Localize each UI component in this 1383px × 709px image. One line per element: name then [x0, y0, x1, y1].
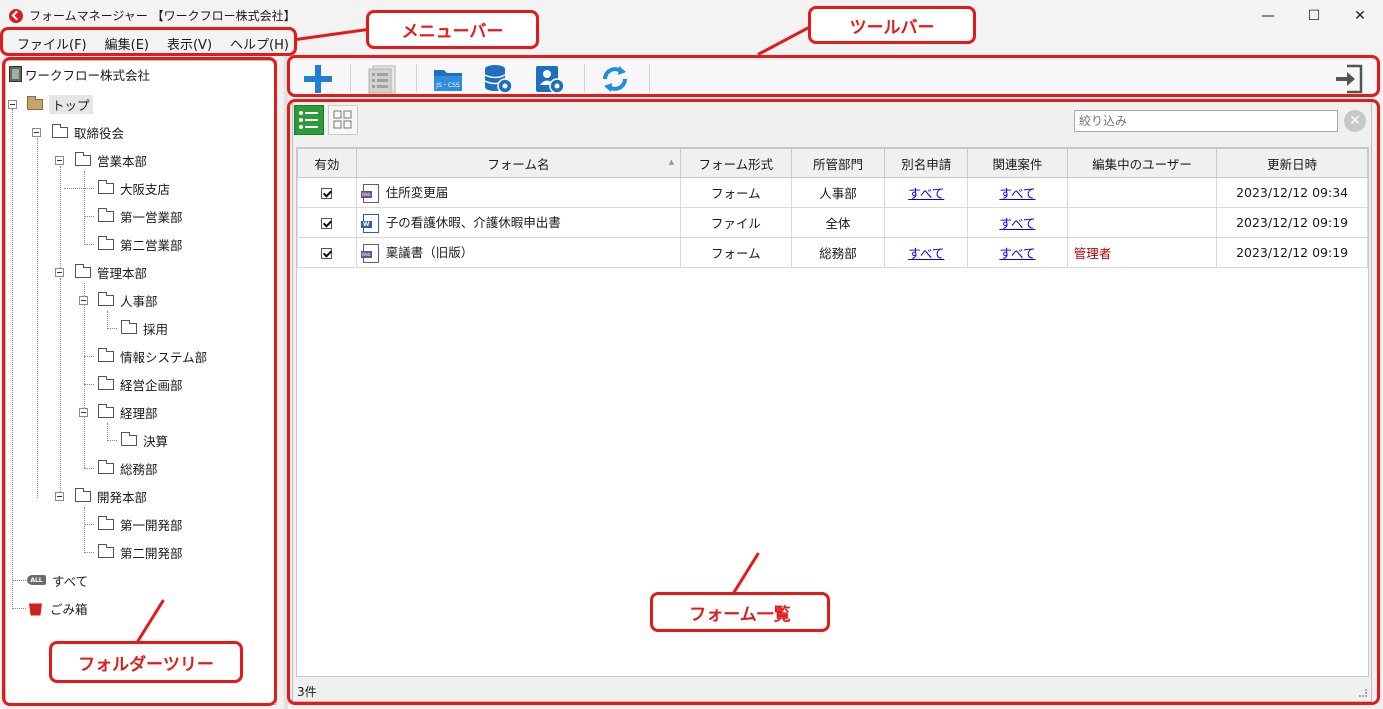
app-logo-icon [9, 8, 23, 23]
annotation-tree-frame [2, 57, 277, 706]
close-button[interactable]: ✕ [1337, 0, 1383, 31]
annotation-label-menubar: メニューバー [366, 10, 539, 49]
annotation-form-list-frame [287, 99, 1380, 705]
window-title: フォームマネージャー 【ワークフロー株式会社】 [29, 9, 296, 23]
annotation-label-folder-tree: フォルダーツリー [49, 641, 243, 683]
annotation-label-toolbar: ツールバー [808, 6, 976, 44]
maximize-button[interactable]: ☐ [1291, 0, 1337, 31]
annotation-menubar-frame [0, 27, 297, 56]
minimize-button[interactable]: — [1245, 0, 1291, 31]
annotation-toolbar-frame [287, 55, 1380, 97]
annotation-label-form-list: フォーム一覧 [650, 592, 830, 632]
